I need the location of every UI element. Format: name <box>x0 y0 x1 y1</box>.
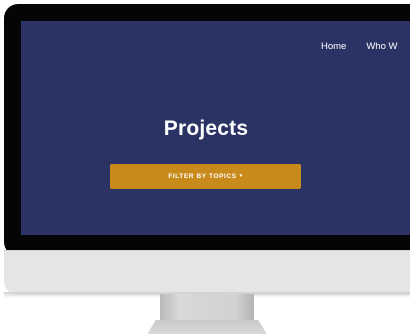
monitor-stand-foot <box>146 320 268 334</box>
monitor-stand-neck <box>160 294 254 322</box>
monitor-mockup: Home Who W Projects FILTER BY TOPICS ▾ <box>0 0 410 334</box>
nav-link-who-we-are[interactable]: Who W <box>366 41 397 52</box>
filter-button-label: FILTER BY TOPICS <box>168 173 237 180</box>
page-title: Projects <box>163 117 249 140</box>
caret-down-icon: ▾ <box>239 173 243 179</box>
top-navigation: Home Who W <box>321 41 397 52</box>
nav-link-home[interactable]: Home <box>321 41 346 52</box>
monitor-chin <box>4 250 410 295</box>
monitor-screen: Home Who W Projects FILTER BY TOPICS ▾ <box>21 21 410 235</box>
filter-by-topics-button[interactable]: FILTER BY TOPICS ▾ <box>110 164 301 189</box>
